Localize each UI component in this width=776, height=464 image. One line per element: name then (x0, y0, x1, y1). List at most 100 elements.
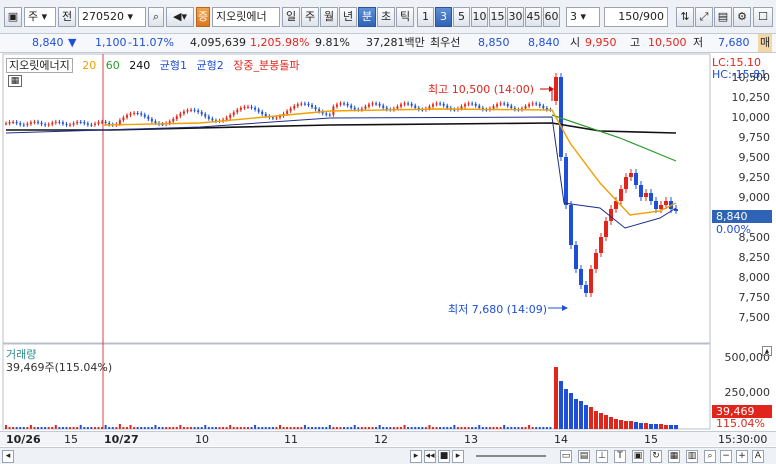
volume-bar (538, 427, 541, 429)
gear-icon[interactable]: ⚙ (733, 7, 751, 27)
period-second-button[interactable]: 초 (377, 7, 395, 27)
scroll-left-icon[interactable]: ◂ (2, 450, 14, 463)
candle-body (47, 124, 50, 126)
zoom-slider[interactable] (476, 455, 546, 457)
layout-icon[interactable]: ▣ (4, 7, 22, 27)
interval-1-button[interactable]: 1 (417, 7, 434, 27)
candle-body (634, 173, 638, 185)
legend-signal[interactable]: 장중_분봉돌파 (233, 59, 299, 72)
volume-bar (83, 427, 86, 429)
side-label[interactable]: 매 (758, 34, 773, 52)
volume-bar (211, 427, 214, 429)
candle-body (564, 157, 568, 205)
volume-bar (97, 427, 100, 429)
candle-body (664, 201, 668, 205)
interval-30-button[interactable]: 30 (507, 7, 524, 27)
volume-bar (549, 427, 552, 429)
stock-code-input[interactable]: 270520 ▾ (78, 7, 146, 27)
legend-stock-name[interactable]: 지오릿에너지 (6, 58, 73, 73)
market-select[interactable]: 주 ▾ (24, 7, 56, 27)
magnify-icon[interactable]: ⌕ (704, 450, 716, 463)
checkbox-icon[interactable]: ☐ (753, 7, 773, 27)
save-icon[interactable]: ▤ (714, 7, 732, 27)
speaker-icon[interactable]: ◀▾ (166, 7, 194, 27)
volume-bar (200, 427, 203, 429)
candle-body (538, 104, 541, 106)
interval-45-button[interactable]: 45 (525, 7, 542, 27)
candle-body (619, 189, 623, 201)
period-month-button[interactable]: 월 (320, 7, 338, 27)
candle-body (193, 109, 196, 111)
interval-10-button[interactable]: 10 (471, 7, 488, 27)
legend-ma60[interactable]: 60 (106, 59, 120, 72)
candle-body (204, 114, 207, 117)
stop-icon[interactable]: ■ (438, 450, 450, 463)
candle-body (93, 123, 96, 125)
auto-icon[interactable]: A (752, 450, 764, 463)
grid-icon[interactable]: ▦ (668, 450, 680, 463)
legend-balance2[interactable]: 균형2 (196, 59, 223, 72)
legend-balance1[interactable]: 균형1 (160, 59, 187, 72)
candle-body (471, 103, 474, 105)
count-input[interactable]: 150/900 (604, 7, 668, 27)
play-icon[interactable]: ▸ (452, 450, 464, 463)
price-axis-label: 9,750 (738, 131, 771, 144)
marker-icon[interactable]: T (614, 450, 626, 463)
volume-bar (54, 425, 57, 429)
volume-value: 39,469주(115.04%) (6, 361, 113, 374)
scroll-next-icon[interactable]: ▸ (410, 450, 422, 463)
volume-bar (172, 427, 175, 429)
stock-name[interactable]: 지오릿에너 (212, 7, 280, 27)
candle-body (200, 112, 203, 115)
candle-body (307, 103, 310, 106)
period-tick-button[interactable]: 틱 (396, 7, 414, 27)
count-value: 150 (618, 10, 640, 23)
print-icon[interactable]: ▥ (686, 450, 698, 463)
volume-bar (564, 389, 568, 429)
volume-bar (481, 427, 484, 429)
interval-60-button[interactable]: 60 (543, 7, 560, 27)
volume-bar (122, 427, 125, 429)
period-year-button[interactable]: 년 (339, 7, 357, 27)
candle-body (289, 108, 292, 112)
volume-bar (179, 425, 182, 429)
legend-ma20[interactable]: 20 (82, 59, 96, 72)
lock-icon[interactable]: ▣ (632, 450, 644, 463)
zoom-out-icon[interactable]: − (720, 450, 732, 463)
expand-icon[interactable]: ▴ (762, 346, 772, 356)
period-day-button[interactable]: 일 (282, 7, 300, 27)
pan-icon[interactable]: ▤ (578, 450, 590, 463)
zoom-icon[interactable]: ▭ (560, 450, 572, 463)
period-minute-button[interactable]: 분 (358, 7, 376, 27)
interval-5-button[interactable]: 5 (453, 7, 470, 27)
interval-select[interactable]: 3 ▾ (566, 7, 600, 27)
refresh-icon[interactable]: ↻ (650, 450, 662, 463)
volume-bar (385, 427, 388, 429)
date-label: 15 (644, 433, 658, 446)
indicator-icon[interactable]: ⇅ (676, 7, 694, 27)
prev-button[interactable]: 전 (58, 7, 76, 27)
candle-body (579, 269, 583, 285)
chart-area[interactable]: 지오릿에너지 20 60 240 균형1 균형2 장중_분봉돌파 ▦ 최고 10… (0, 53, 776, 464)
search-icon[interactable]: ⌕ (148, 7, 164, 27)
rewind-icon[interactable]: ◂◂ (424, 450, 436, 463)
period-week-button[interactable]: 주 (301, 7, 319, 27)
chart-scrollbar[interactable]: ◂ ▸ ◂◂ ■ ▸ ▭ ▤ ⊥ T ▣ ↻ ▦ ▥ ⌕ − + A (0, 447, 776, 464)
volume-bar (545, 427, 548, 429)
draw-icon[interactable]: ⤢ (695, 7, 713, 27)
candle-body (474, 103, 477, 106)
zoom-in-icon[interactable]: + (736, 450, 748, 463)
interval-15-button[interactable]: 15 (489, 7, 506, 27)
interval-3-button[interactable]: 3 (435, 7, 452, 27)
crosshair-icon[interactable]: ⊥ (596, 450, 608, 463)
main-toolbar: ▣ 주 ▾ 전 270520 ▾ ⌕ ◀▾ 증 지오릿에너 일 주 월 년 분 … (0, 0, 776, 34)
legend-ma240[interactable]: 240 (129, 59, 150, 72)
volume-bar (485, 427, 488, 429)
volume-bar (634, 422, 638, 429)
table-icon[interactable]: ▦ (8, 75, 22, 87)
volume-bar (589, 407, 593, 429)
volume-bar (133, 427, 136, 429)
candle-body (644, 193, 648, 197)
high-annotation: 최고 10,500 (14:00) (428, 83, 535, 96)
volume-bar (624, 421, 628, 429)
